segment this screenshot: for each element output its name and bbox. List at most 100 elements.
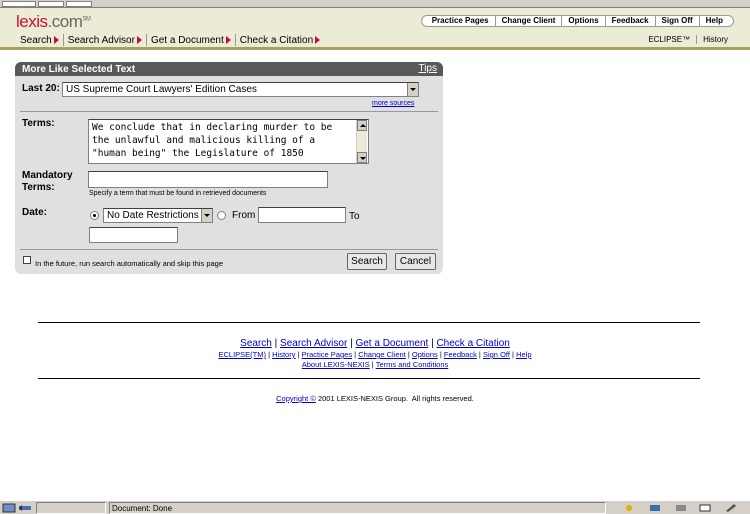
footer-tertiary-nav: About LEXIS-NEXIS | Terms and Conditions — [0, 360, 750, 369]
toolbar-segment[interactable] — [38, 1, 64, 7]
separator: | — [274, 338, 278, 349]
date-to-input[interactable] — [89, 227, 178, 243]
arrow-right-icon — [315, 36, 321, 44]
date-from-input[interactable] — [258, 207, 346, 223]
plugin-icon[interactable] — [674, 503, 688, 513]
divider — [20, 111, 438, 112]
separator: | — [439, 350, 442, 359]
arrow-right-icon — [225, 36, 231, 44]
site-header: lexis.comSM Practice Pages Change Client… — [0, 8, 750, 50]
nav-practice-pages[interactable]: Practice Pages — [426, 16, 495, 26]
tips-link[interactable]: Tips — [418, 63, 437, 74]
nav-help[interactable]: Help — [698, 16, 729, 26]
footer-check-citation-link[interactable]: Check a Citation — [436, 338, 509, 349]
arrow-right-icon — [136, 36, 142, 44]
nav-get-document-label: Get a Document — [150, 34, 224, 46]
arrow-right-icon — [53, 36, 59, 44]
panel-title: More Like Selected Text — [22, 64, 136, 75]
connection-icon[interactable] — [18, 503, 32, 513]
footer-sign-off-link[interactable]: Sign Off — [483, 350, 510, 359]
copyright-link[interactable]: Copyright © — [276, 394, 316, 403]
footer-practice-pages-link[interactable]: Practice Pages — [302, 350, 352, 359]
footer-change-client-link[interactable]: Change Client — [358, 350, 406, 359]
date-select-value: No Date Restrictions — [107, 210, 199, 221]
separator: | — [354, 350, 357, 359]
mandatory-terms-input[interactable] — [88, 171, 328, 188]
footer-eclipse-link[interactable]: ECLIPSE(TM) — [218, 350, 266, 359]
separator: | — [350, 338, 353, 349]
auto-search-label: In the future, run search automatically … — [35, 259, 224, 268]
footer-secondary-nav: ECLIPSE(TM) | History | Practice Pages |… — [0, 350, 750, 359]
logo-name: lexis — [16, 12, 48, 31]
toolbar-segment[interactable] — [2, 1, 36, 7]
more-sources-link[interactable]: more sources — [372, 100, 414, 107]
source-select[interactable]: US Supreme Court Lawyers' Edition Cases — [62, 82, 419, 97]
separator: | — [371, 360, 374, 369]
terms-line: "human being" the Legislature of 1850 — [92, 148, 304, 159]
terms-line: We conclude that in declaring murder to … — [92, 122, 333, 133]
mandatory-hint: Specify a term that must be found in ret… — [89, 190, 267, 197]
nav-search-advisor[interactable]: Search Advisor — [64, 34, 147, 46]
terms-line: the unlawful and malicious killing of a — [92, 135, 316, 146]
mail-icon[interactable] — [698, 503, 712, 513]
nav-history[interactable]: History — [696, 35, 734, 44]
footer-rule — [38, 322, 700, 323]
logo-tld: com — [51, 12, 83, 31]
separator: | — [297, 350, 300, 359]
nav-sign-off[interactable]: Sign Off — [654, 16, 699, 26]
browser-status-bar: Document: Done — [0, 500, 750, 514]
terms-textarea[interactable]: We conclude that in declaring murder to … — [88, 119, 369, 164]
network-icon[interactable] — [648, 503, 662, 513]
sun-icon[interactable] — [622, 503, 636, 513]
footer-rule — [38, 378, 700, 379]
last20-label: Last 20: — [22, 83, 60, 94]
nav-change-client[interactable]: Change Client — [494, 16, 562, 26]
divider — [20, 249, 438, 250]
footer-help-link[interactable]: Help — [516, 350, 531, 359]
footer-feedback-link[interactable]: Feedback — [444, 350, 477, 359]
top-nav: Practice Pages Change Client Options Fee… — [420, 15, 734, 27]
scroll-down-icon[interactable] — [357, 152, 367, 163]
footer-options-link[interactable]: Options — [412, 350, 438, 359]
footer-about-link[interactable]: About LEXIS-NEXIS — [302, 360, 370, 369]
toolbar-segment[interactable] — [66, 1, 92, 7]
right-nav: ECLIPSE™ History — [642, 35, 734, 44]
footer-primary-nav: Search | Search Advisor | Get a Document… — [0, 338, 750, 349]
terms-scrollbar[interactable] — [356, 120, 367, 163]
status-text: Document: Done — [109, 502, 606, 514]
to-label: To — [349, 211, 360, 222]
footer-get-document-link[interactable]: Get a Document — [355, 338, 428, 349]
nav-check-citation-label: Check a Citation — [239, 34, 314, 46]
security-icon[interactable] — [2, 503, 16, 513]
cancel-button[interactable]: Cancel — [395, 253, 436, 270]
footer-terms-link[interactable]: Terms and Conditions — [376, 360, 449, 369]
nav-check-citation[interactable]: Check a Citation — [236, 34, 324, 46]
more-like-text-panel: More Like Selected Text Tips Last 20: US… — [15, 62, 443, 274]
search-button[interactable]: Search — [347, 253, 387, 270]
footer-history-link[interactable]: History — [272, 350, 295, 359]
nav-get-document[interactable]: Get a Document — [147, 34, 236, 46]
terms-label: Terms: — [22, 118, 55, 129]
nav-feedback[interactable]: Feedback — [604, 16, 655, 26]
footer-search-link[interactable]: Search — [240, 338, 272, 349]
nav-search[interactable]: Search — [16, 34, 64, 46]
date-restriction-radio[interactable] — [90, 211, 99, 220]
copyright-line: Copyright © 2001 LEXIS-NEXIS Group. All … — [0, 394, 750, 403]
footer-search-advisor-link[interactable]: Search Advisor — [280, 338, 347, 349]
auto-search-checkbox[interactable] — [23, 256, 31, 264]
separator: | — [407, 350, 410, 359]
lexis-logo[interactable]: lexis.comSM — [16, 12, 91, 32]
date-range-radio[interactable] — [217, 211, 226, 220]
scroll-up-icon[interactable] — [357, 120, 367, 131]
source-select-value: US Supreme Court Lawyers' Edition Cases — [66, 84, 257, 95]
nav-options[interactable]: Options — [561, 16, 604, 26]
date-select[interactable]: No Date Restrictions — [103, 208, 213, 223]
copyright-text: 2001 LEXIS-NEXIS Group. All rights reser… — [315, 394, 474, 403]
mandatory-label: Mandatory — [22, 170, 73, 181]
nav-eclipse[interactable]: ECLIPSE™ — [642, 35, 696, 44]
date-label: Date: — [22, 207, 48, 218]
from-label: From — [232, 210, 256, 221]
nav-search-label: Search — [20, 34, 52, 46]
separator: | — [268, 350, 271, 359]
edit-icon[interactable] — [724, 503, 738, 513]
